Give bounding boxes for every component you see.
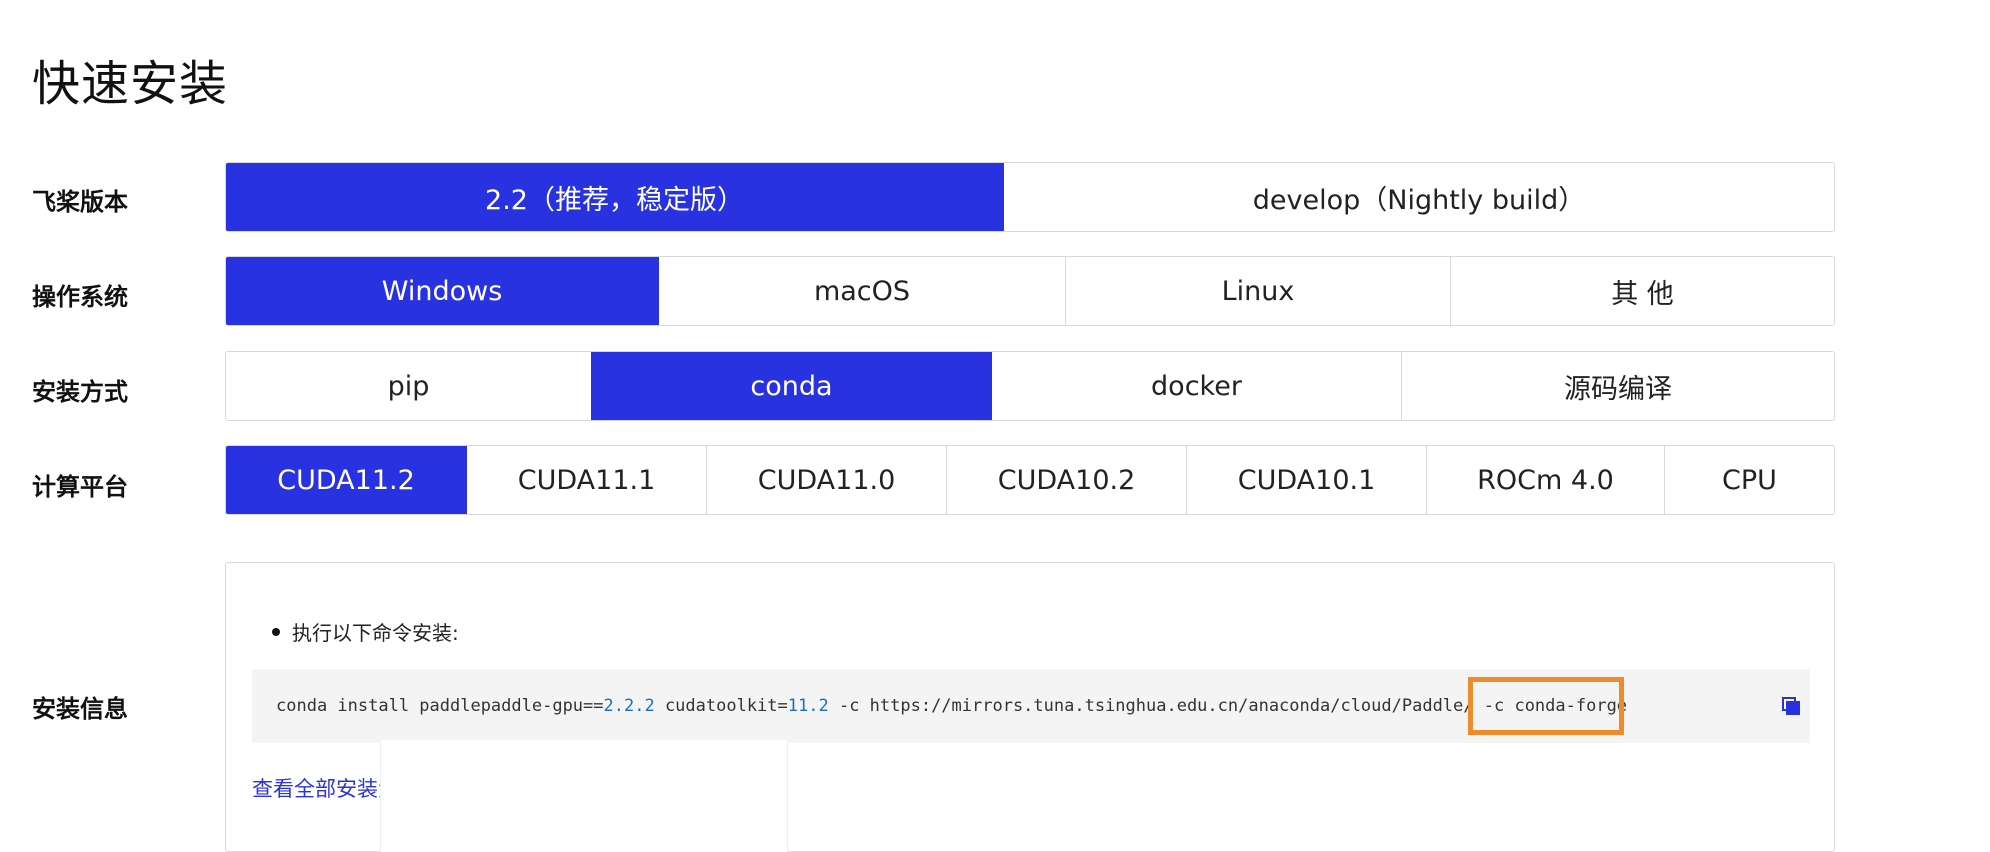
version-label: 飞桨版本 [32,188,128,216]
method-option-conda[interactable]: conda [591,352,991,420]
platform-selector: CUDA11.2 CUDA11.1 CUDA11.0 CUDA10.2 CUDA… [225,445,1835,515]
platform-option-rocm[interactable]: ROCm 4.0 [1426,446,1664,514]
os-option-linux[interactable]: Linux [1065,257,1450,325]
method-option-pip[interactable]: pip [226,352,591,420]
os-option-macos[interactable]: macOS [658,257,1065,325]
platform-option-cuda11-2[interactable]: CUDA11.2 [226,446,466,514]
platform-label: 计算平台 [32,473,128,501]
bullet-dot-icon [272,627,280,636]
os-label: 操作系统 [32,283,128,311]
platform-option-cuda11-1[interactable]: CUDA11.1 [466,446,706,514]
install-info-label: 安装信息 [32,695,128,723]
install-command[interactable]: conda install paddlepaddle-gpu== 2.2.2 cu… [252,669,1810,743]
command-part-1: conda install paddlepaddle-gpu== [276,696,604,716]
os-option-windows[interactable]: Windows [226,257,658,325]
platform-option-cuda10-2[interactable]: CUDA10.2 [946,446,1186,514]
command-part-2: cudatoolkit= [654,696,788,716]
version-option-2-2[interactable]: 2.2（推荐，稳定版） [226,163,1003,231]
method-selector: pip conda docker 源码编译 [225,351,1835,421]
platform-option-cuda10-1[interactable]: CUDA10.1 [1186,446,1426,514]
version-selector: 2.2（推荐，稳定版） develop（Nightly build） [225,162,1835,232]
conda-forge-highlight-box [1468,677,1624,735]
install-instruction: 执行以下命令安装: [272,617,459,646]
page-title: 快速安装 [32,56,229,112]
method-option-docker[interactable]: docker [991,352,1401,420]
method-label: 安装方式 [32,378,128,406]
command-cuda-number: 11.2 [787,696,829,716]
method-option-source[interactable]: 源码编译 [1401,352,1834,420]
command-version-number: 2.2.2 [603,696,655,716]
os-selector: Windows macOS Linux 其 他 [225,256,1835,326]
copy-icon[interactable] [1782,697,1800,715]
version-option-develop[interactable]: develop（Nightly build） [1003,163,1834,231]
background-panel [380,740,788,852]
platform-option-cuda11-0[interactable]: CUDA11.0 [706,446,946,514]
install-instruction-text: 执行以下命令安装: [292,621,459,645]
os-option-other[interactable]: 其 他 [1450,257,1834,325]
platform-option-cpu[interactable]: CPU [1664,446,1834,514]
